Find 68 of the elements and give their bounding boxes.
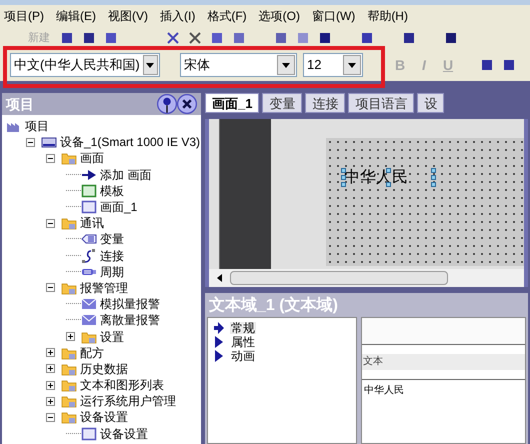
tree-item[interactable]: 运行系统用户管理 <box>80 395 176 408</box>
font-dropdown[interactable]: 宋体 <box>180 53 297 77</box>
tree-item[interactable]: 通讯 <box>80 217 104 230</box>
dropdown-arrow-icon <box>348 62 356 68</box>
editor-tab[interactable]: 画面_1 <box>205 93 260 113</box>
group-item[interactable]: 属性 <box>230 336 256 348</box>
expander[interactable] <box>46 396 55 406</box>
expander[interactable] <box>46 380 55 390</box>
tree-item[interactable]: 报警管理 <box>80 282 128 294</box>
expander[interactable] <box>26 138 35 147</box>
pin-icon[interactable] <box>157 94 177 114</box>
menu-item[interactable]: 插入(I) <box>159 7 196 25</box>
editor-tab[interactable]: 项目语言 <box>348 93 414 113</box>
tree-item[interactable]: 模拟量报警 <box>100 298 160 310</box>
tree-item[interactable]: 添加 画面 <box>100 168 152 181</box>
editor-tab[interactable]: 设 <box>417 93 444 113</box>
dropdown-arrow-icon <box>282 62 290 68</box>
menu-item[interactable]: 项目(P) <box>3 7 45 25</box>
expander[interactable] <box>46 154 55 163</box>
screen-icon[interactable] <box>81 199 97 216</box>
expander[interactable] <box>46 283 55 292</box>
tree-item[interactable]: 设备_1(Smart 1000 IE V3) <box>60 136 200 148</box>
expander[interactable] <box>46 348 55 358</box>
selection-handle[interactable] <box>386 168 391 173</box>
screen-icon[interactable] <box>81 426 97 442</box>
tree-item[interactable]: 历史数据 <box>80 362 128 375</box>
tree-item[interactable]: 离散量报警 <box>100 314 160 326</box>
size-dropdown[interactable]: 12 <box>303 53 363 77</box>
tree-item[interactable]: 连接 <box>100 250 124 262</box>
tree-item[interactable]: 文本和图形列表 <box>80 379 164 392</box>
menu-item[interactable]: 编辑(E) <box>55 7 97 25</box>
properties-title: 文本域_1 (文本域) <box>208 295 339 316</box>
tree-item[interactable]: 变量 <box>100 233 124 246</box>
tree-item[interactable]: 配方 <box>80 346 104 359</box>
panel-title: 项目 <box>6 94 35 114</box>
dropdown-arrow-icon <box>146 62 154 68</box>
language-dropdown[interactable]: 中文(中华人民共和国) <box>10 53 160 77</box>
expander[interactable] <box>46 218 55 228</box>
tree-item[interactable]: 画面 <box>80 152 104 164</box>
column-header: 文本 <box>362 354 525 370</box>
triangle-icon <box>214 350 224 362</box>
editor-tab[interactable]: 连接 <box>305 93 346 113</box>
text-value[interactable]: 中华人民 <box>362 383 525 398</box>
menu-item[interactable]: 窗口(W) <box>310 7 356 25</box>
menu-item[interactable]: 选项(O) <box>258 7 301 25</box>
close-icon[interactable] <box>177 94 197 114</box>
scroll-left-icon[interactable] <box>217 274 222 282</box>
tree-item[interactable]: 周期 <box>100 266 124 278</box>
tree-item[interactable]: 设备设置 <box>80 411 128 424</box>
editor-tab[interactable]: 变量 <box>262 93 302 113</box>
menu-item[interactable]: 视图(V) <box>107 7 149 25</box>
delete-icon[interactable] <box>165 30 181 46</box>
expander[interactable] <box>46 412 55 422</box>
group-item[interactable]: 动画 <box>230 350 256 362</box>
tree-item[interactable]: 设置 <box>100 330 124 343</box>
tree-item[interactable]: 设备设置 <box>100 428 148 440</box>
group-item[interactable]: 常规 <box>230 322 256 334</box>
scrollbar-thumb[interactable] <box>230 271 448 285</box>
template-icon[interactable] <box>81 182 97 199</box>
connection-icon[interactable] <box>81 248 97 264</box>
tree-item[interactable]: 模板 <box>100 184 124 197</box>
triangle-icon <box>214 336 224 348</box>
tree-item[interactable]: 画面_1 <box>100 201 138 214</box>
menu-item[interactable]: 帮助(H) <box>366 7 409 25</box>
expander[interactable] <box>46 364 55 374</box>
expander[interactable] <box>66 332 75 342</box>
tree-item[interactable]: 项目 <box>25 120 49 132</box>
menu-item[interactable]: 格式(F) <box>206 7 248 25</box>
